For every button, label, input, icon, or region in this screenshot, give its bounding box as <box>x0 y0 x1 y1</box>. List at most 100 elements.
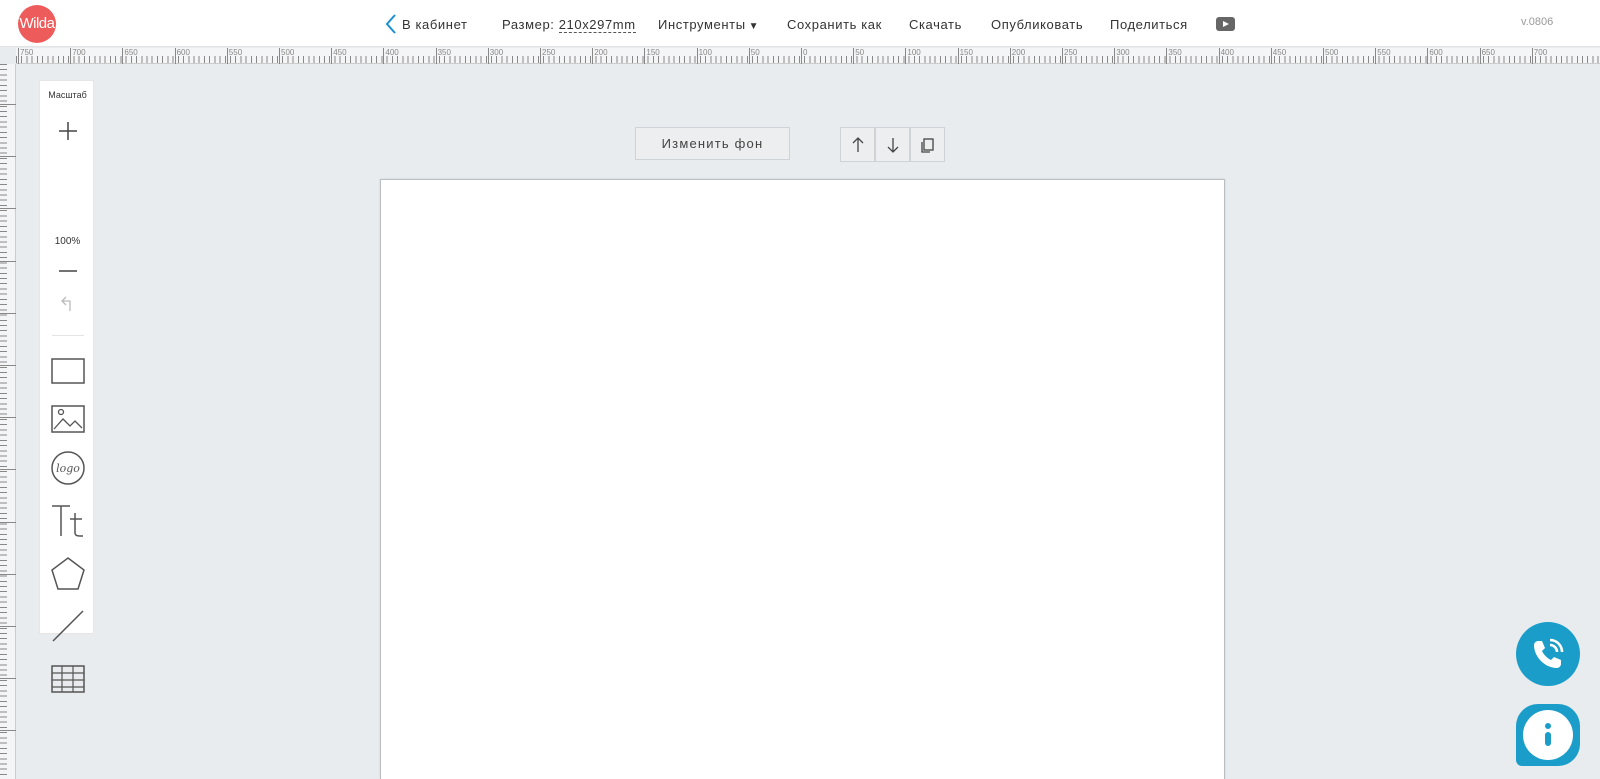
tools-menu-label: Инструменты <box>658 17 746 32</box>
ruler-major-tick <box>0 365 16 366</box>
ruler-label: 350 <box>1168 48 1182 57</box>
ruler-label: 150 <box>959 48 973 57</box>
top-bar: Wilda В кабинет Размер: 210x297mm Инстру… <box>0 0 1600 47</box>
ruler-major-tick <box>0 156 16 158</box>
ruler-major-tick <box>0 104 16 105</box>
chat-button[interactable] <box>1516 704 1580 766</box>
change-background-button[interactable]: Изменить фон <box>635 127 790 160</box>
share-button[interactable]: Поделиться <box>1110 17 1188 32</box>
add-text-button[interactable] <box>50 503 86 539</box>
back-chevron-icon[interactable] <box>384 13 398 35</box>
page-canvas[interactable] <box>380 179 1225 779</box>
ruler-label: 200 <box>594 48 608 57</box>
caret-down-icon: ▼ <box>748 21 760 32</box>
ruler-major-tick <box>435 48 437 64</box>
move-down-button[interactable] <box>875 127 910 162</box>
svg-text:logo: logo <box>56 462 80 475</box>
ruler-major-tick <box>0 469 16 471</box>
toolbar-divider <box>52 335 84 336</box>
back-to-cabinet-link[interactable]: В кабинет <box>402 17 468 32</box>
add-polygon-button[interactable] <box>50 556 86 592</box>
ruler-major-tick <box>226 48 228 64</box>
add-line-button[interactable] <box>50 608 86 644</box>
ruler-label: 250 <box>542 48 556 57</box>
ruler-label: 300 <box>489 48 504 57</box>
ruler-major-tick <box>0 521 16 523</box>
ruler-major-tick <box>592 48 594 64</box>
ruler-major-tick <box>0 730 16 732</box>
ruler-label: 550 <box>228 48 243 57</box>
ruler-major-tick <box>0 312 16 314</box>
ruler-major-tick <box>1375 48 1377 64</box>
ruler-major-tick <box>748 48 750 64</box>
ruler-major-tick <box>0 417 16 419</box>
size-selector[interactable]: Размер: 210x297mm <box>502 17 636 33</box>
ruler-major-tick <box>1427 48 1429 64</box>
undo-button[interactable] <box>50 285 86 321</box>
ruler-label: 300 <box>1116 48 1130 57</box>
ruler-major-tick <box>0 626 16 627</box>
save-as-button[interactable]: Сохранить как <box>787 17 882 32</box>
add-logo-button[interactable]: logo <box>50 450 86 486</box>
size-value[interactable]: 210x297mm <box>558 17 636 33</box>
ruler-label: 650 <box>1481 48 1495 57</box>
phone-icon <box>1534 638 1564 668</box>
line-icon <box>52 610 84 642</box>
ruler-label: 150 <box>646 48 660 57</box>
ruler-major-tick <box>1479 48 1481 64</box>
ruler-major-tick <box>540 48 541 64</box>
add-rectangle-button[interactable] <box>50 353 86 389</box>
ruler-major-tick <box>0 260 16 262</box>
text-icon <box>52 505 83 537</box>
ruler-label: 250 <box>1064 48 1078 57</box>
table-icon <box>51 665 85 693</box>
youtube-icon[interactable] <box>1216 17 1235 31</box>
move-up-button[interactable] <box>840 127 875 162</box>
zoom-out-button[interactable] <box>50 253 86 289</box>
ruler-major-tick <box>696 48 698 64</box>
ruler-label: 650 <box>124 48 138 57</box>
ruler-major-tick <box>1114 48 1116 64</box>
pentagon-icon <box>51 557 85 590</box>
add-image-button[interactable] <box>50 401 86 437</box>
ruler-major-tick <box>1218 48 1220 64</box>
duplicate-page-button[interactable] <box>910 127 945 162</box>
ruler-major-tick <box>1531 48 1533 64</box>
ruler-major-tick <box>853 48 855 64</box>
ruler-label: 500 <box>281 48 295 57</box>
ruler-label: 400 <box>385 48 399 57</box>
size-label: Размер: <box>502 17 555 32</box>
ruler-label: 100 <box>907 48 921 57</box>
ruler-major-tick <box>1270 48 1272 64</box>
ruler-major-tick <box>487 48 489 64</box>
version-label: v.0806 <box>1521 16 1554 28</box>
ruler-major-tick <box>644 48 646 64</box>
ruler-label: 600 <box>176 48 190 57</box>
ruler-label: 350 <box>437 48 451 57</box>
publish-button[interactable]: Опубликовать <box>991 17 1083 32</box>
ruler-label: 550 <box>1377 48 1391 57</box>
wilda-logo[interactable]: Wilda <box>18 5 56 43</box>
add-table-button[interactable] <box>50 661 86 697</box>
ruler-major-tick <box>18 48 19 64</box>
copy-icon <box>921 138 934 153</box>
ruler-major-tick <box>70 48 72 64</box>
ruler-major-tick <box>1009 48 1011 64</box>
zoom-in-button[interactable] <box>50 113 86 149</box>
download-button[interactable]: Скачать <box>909 17 962 32</box>
rectangle-icon <box>51 358 85 384</box>
ruler-major-tick <box>331 48 333 64</box>
ruler-label: 450 <box>333 48 347 57</box>
ruler-label: 700 <box>1533 48 1548 57</box>
ruler-major-tick <box>905 48 907 64</box>
plus-icon <box>59 122 77 140</box>
call-button[interactable] <box>1516 622 1580 686</box>
ruler-major-tick <box>0 573 16 575</box>
vertical-ruler <box>0 64 16 779</box>
arrow-up-icon <box>852 137 864 152</box>
horizontal-ruler: 750 700 650 600 550 500 450 400 350 300 250 200 150 1… <box>16 48 1600 64</box>
tools-menu[interactable]: Инструменты ▼ <box>658 17 759 32</box>
ruler-label: 600 <box>1429 48 1443 57</box>
arrow-down-icon <box>887 138 899 153</box>
ruler-major-tick <box>279 48 280 64</box>
